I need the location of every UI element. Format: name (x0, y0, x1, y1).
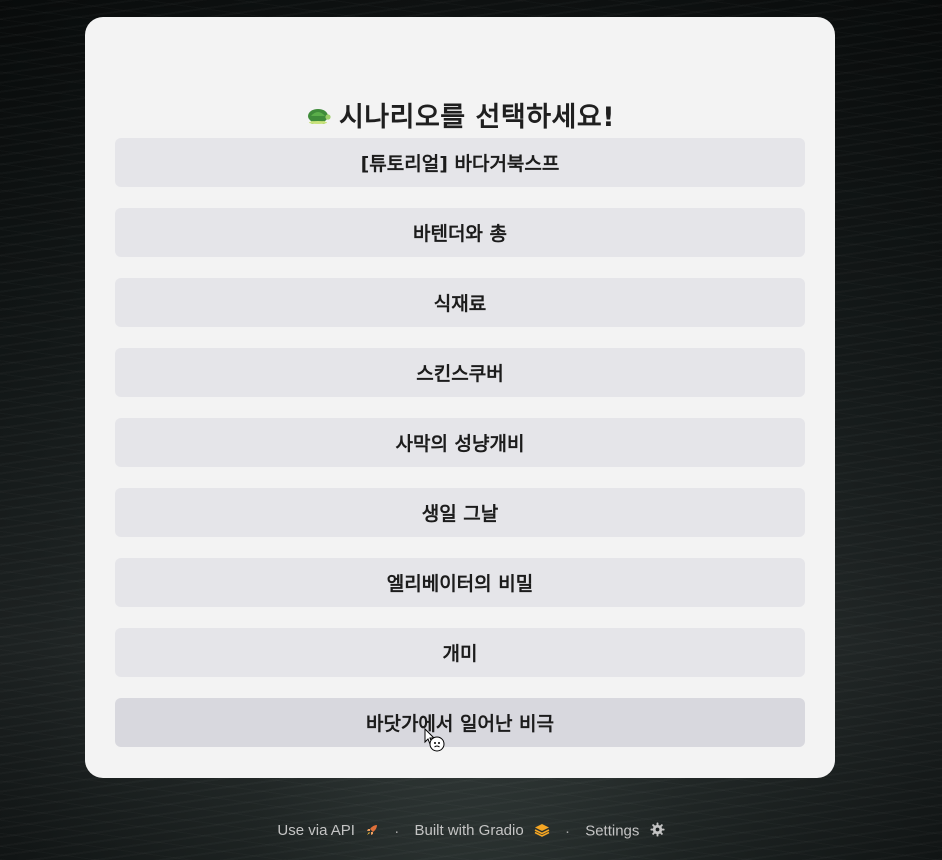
footer: Use via API · Built with Gradio · Settin… (0, 822, 942, 841)
use-via-api-label: Use via API (277, 822, 355, 840)
scenario-button-tutorial-turtle-soup[interactable]: [튜토리얼] 바다거북스프 (115, 138, 805, 187)
turtle-icon (305, 101, 331, 132)
gradio-logo-icon (534, 823, 550, 841)
scenario-button-bartender-and-gun[interactable]: 바텐더와 총 (115, 208, 805, 257)
settings-link[interactable]: Settings (585, 822, 665, 841)
rocket-icon (365, 823, 379, 841)
scenario-card: 시나리오를 선택하세요! [튜토리얼] 바다거북스프 바텐더와 총 식재료 스킨… (85, 17, 835, 778)
scenario-button-ingredients[interactable]: 식재료 (115, 278, 805, 327)
settings-label: Settings (585, 822, 640, 840)
mouse-cursor-icon (424, 727, 446, 758)
use-via-api-link[interactable]: Use via API (277, 822, 379, 840)
footer-separator: · (565, 823, 571, 840)
scenario-button-ant[interactable]: 개미 (115, 628, 805, 677)
built-with-gradio-link[interactable]: Built with Gradio (414, 822, 550, 841)
scenario-button-scuba-diver[interactable]: 스킨스쿠버 (115, 348, 805, 397)
gear-icon (650, 822, 665, 841)
built-with-gradio-label: Built with Gradio (414, 822, 524, 840)
scenario-button-elevator-secret[interactable]: 엘리베이터의 비밀 (115, 558, 805, 607)
scenario-list: [튜토리얼] 바다거북스프 바텐더와 총 식재료 스킨스쿠버 사막의 성냥개비 … (115, 138, 805, 768)
scenario-button-beach-tragedy[interactable]: 바닷가에서 일어난 비극 (115, 698, 805, 747)
scenario-button-desert-matchstick[interactable]: 사막의 성냥개비 (115, 418, 805, 467)
scenario-button-birthday[interactable]: 생일 그날 (115, 488, 805, 537)
footer-separator: · (394, 823, 400, 840)
page-title-text: 시나리오를 선택하세요! (338, 102, 616, 133)
page-title: 시나리오를 선택하세요! (85, 95, 835, 134)
